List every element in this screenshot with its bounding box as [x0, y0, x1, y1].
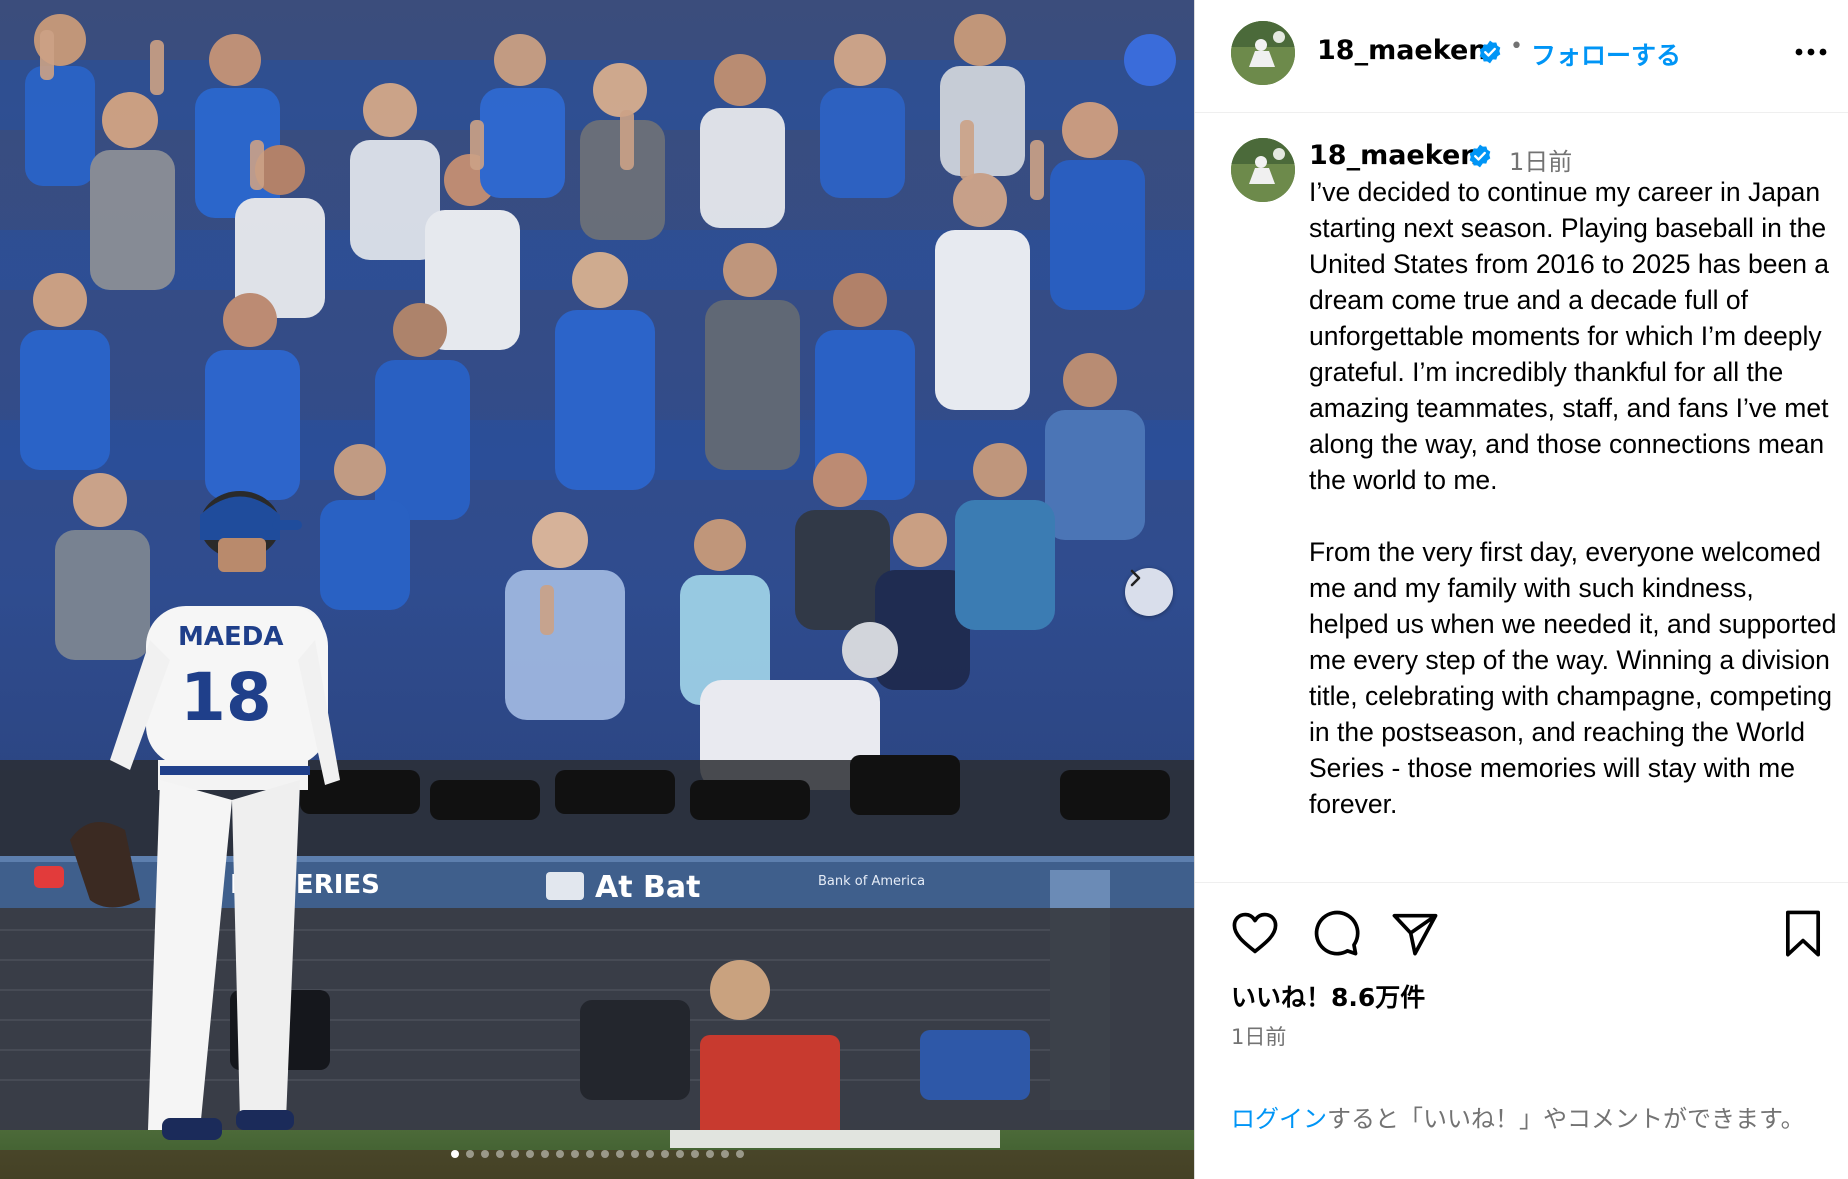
avatar-image [1231, 138, 1295, 202]
carousel-dot [600, 1150, 609, 1158]
avatar[interactable] [1231, 21, 1295, 85]
login-link[interactable]: ログイン [1231, 1105, 1327, 1133]
avatar-image [1231, 21, 1295, 85]
caption-username[interactable]: 18_maeken [1309, 140, 1480, 171]
carousel-dot [675, 1150, 684, 1158]
post-header: 18_maeken • フォローする [1195, 0, 1848, 113]
carousel-dot [525, 1150, 534, 1158]
carousel-dot [615, 1150, 624, 1158]
carousel-indicator [420, 1148, 774, 1160]
separator-dot: • [1510, 34, 1523, 59]
next-image-button[interactable] [1125, 568, 1173, 616]
carousel-dot [465, 1150, 474, 1158]
carousel-dot [510, 1150, 519, 1158]
carousel-dot [450, 1150, 459, 1158]
carousel-dot [660, 1150, 669, 1158]
post-side-panel: 18_maeken • フォローする 18_maeken 1日前 I’ve de… [1194, 0, 1848, 1179]
login-prompt-text: すると「いいね！」やコメントができます。 [1327, 1105, 1805, 1133]
login-prompt: ログインすると「いいね！」やコメントができます。 [1231, 1100, 1811, 1138]
cameraman [700, 1035, 840, 1145]
share-icon[interactable] [1389, 907, 1441, 959]
carousel-dot [585, 1150, 594, 1158]
carousel-dot [540, 1150, 549, 1158]
carousel-dot [480, 1150, 489, 1158]
verified-badge-icon [1469, 144, 1491, 168]
heart-icon[interactable] [1229, 907, 1281, 959]
carousel-dot [555, 1150, 564, 1158]
follow-button[interactable]: フォローする [1531, 36, 1681, 72]
chevron-right-icon [1130, 569, 1141, 587]
verified-badge-icon [1479, 40, 1501, 64]
username[interactable]: 18_maeken [1317, 35, 1488, 66]
more-options-icon[interactable] [1791, 42, 1831, 62]
post-image[interactable]: LD SERIES At Bat Bank of America MAEDA 1… [0, 0, 1194, 1179]
carousel-dot [495, 1150, 504, 1158]
jersey-name: MAEDA [178, 622, 283, 652]
carousel-dot [570, 1150, 579, 1158]
carousel-dot [645, 1150, 654, 1158]
carousel-dot [720, 1150, 729, 1158]
comment-icon[interactable] [1309, 907, 1361, 959]
action-bar [1195, 907, 1848, 963]
likes-count[interactable]: いいね！8.6万件 [1231, 978, 1425, 1014]
banner-bank: Bank of America [818, 874, 925, 889]
instagram-post: LD SERIES At Bat Bank of America MAEDA 1… [0, 0, 1848, 1179]
bookmark-icon[interactable] [1777, 907, 1829, 959]
caption-section: 18_maeken 1日前 I’ve decided to continue m… [1195, 114, 1848, 883]
caption-text: I’ve decided to continue my career in Ja… [1309, 177, 1837, 819]
caption-avatar[interactable] [1231, 138, 1295, 202]
carousel-dot [630, 1150, 639, 1158]
carousel-dot [705, 1150, 714, 1158]
carousel-dot [690, 1150, 699, 1158]
caption-timestamp[interactable]: 1日前 [1509, 142, 1572, 177]
jersey-number: 18 [180, 659, 272, 736]
carousel-dot [735, 1150, 744, 1158]
post-timestamp[interactable]: 1日前 [1231, 1021, 1286, 1051]
banner-atbat: At Bat [595, 870, 700, 905]
stadium-photo: LD SERIES At Bat Bank of America MAEDA 1… [0, 0, 1194, 1179]
